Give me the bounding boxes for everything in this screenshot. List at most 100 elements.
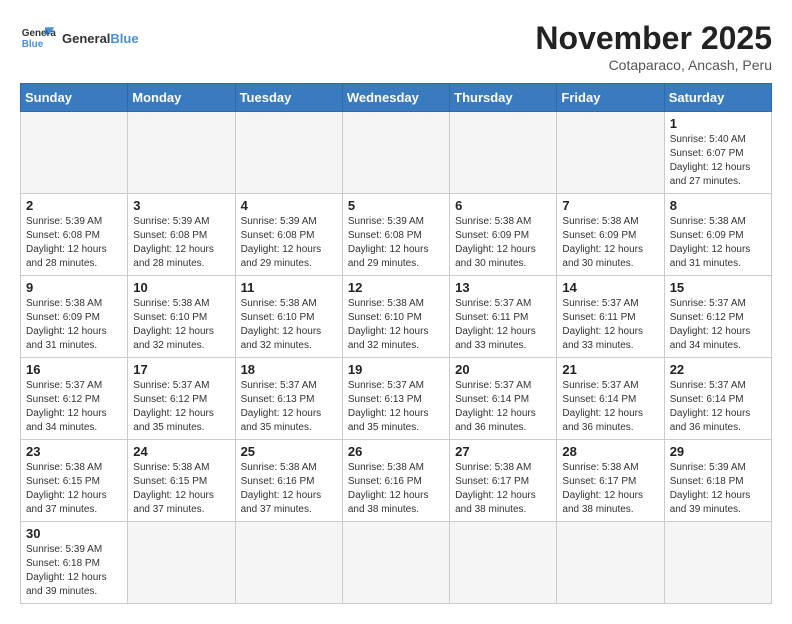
calendar-cell: 8 Sunrise: 5:38 AM Sunset: 6:09 PM Daylig… (664, 194, 771, 276)
day-number: 25 (241, 444, 337, 459)
calendar-cell: 17 Sunrise: 5:37 AM Sunset: 6:12 PM Dayli… (128, 358, 235, 440)
day-info: Sunrise: 5:38 AM Sunset: 6:10 PM Dayligh… (241, 297, 337, 353)
calendar-cell (235, 522, 342, 604)
calendar-cell: 26 Sunrise: 5:38 AM Sunset: 6:16 PM Dayli… (342, 440, 449, 522)
calendar-cell (450, 112, 557, 194)
day-number: 27 (455, 444, 551, 459)
calendar-week-row: 1 Sunrise: 5:40 AM Sunset: 6:07 PM Daylig… (21, 112, 772, 194)
day-number: 18 (241, 362, 337, 377)
day-number: 7 (562, 198, 658, 213)
calendar-table: SundayMondayTuesdayWednesdayThursdayFrid… (20, 83, 772, 604)
day-info: Sunrise: 5:39 AM Sunset: 6:08 PM Dayligh… (348, 215, 444, 271)
day-number: 24 (133, 444, 229, 459)
calendar-cell: 11Sunrise: 5:38 AM Sunset: 6:10 PM Dayli… (235, 276, 342, 358)
weekday-header-thursday: Thursday (450, 84, 557, 112)
weekday-header-saturday: Saturday (664, 84, 771, 112)
day-info: Sunrise: 5:37 AM Sunset: 6:12 PM Dayligh… (133, 379, 229, 435)
calendar-cell (128, 112, 235, 194)
calendar-cell: 16Sunrise: 5:37 AM Sunset: 6:12 PM Dayli… (21, 358, 128, 440)
calendar-cell (235, 112, 342, 194)
calendar-week-row: 2 Sunrise: 5:39 AM Sunset: 6:08 PM Daylig… (21, 194, 772, 276)
day-info: Sunrise: 5:38 AM Sunset: 6:09 PM Dayligh… (26, 297, 122, 353)
day-info: Sunrise: 5:37 AM Sunset: 6:12 PM Dayligh… (26, 379, 122, 435)
calendar-cell: 27 Sunrise: 5:38 AM Sunset: 6:17 PM Dayli… (450, 440, 557, 522)
logo-icon: General Blue (20, 20, 56, 56)
day-info: Sunrise: 5:38 AM Sunset: 6:16 PM Dayligh… (241, 461, 337, 517)
day-info: Sunrise: 5:38 AM Sunset: 6:10 PM Dayligh… (133, 297, 229, 353)
day-number: 30 (26, 526, 122, 541)
calendar-cell: 24 Sunrise: 5:38 AM Sunset: 6:15 PM Dayli… (128, 440, 235, 522)
location-subtitle: Cotaparaco, Ancash, Peru (535, 57, 772, 73)
calendar-cell: 18Sunrise: 5:37 AM Sunset: 6:13 PM Dayli… (235, 358, 342, 440)
calendar-cell: 2Sunrise: 5:39 AM Sunset: 6:08 PM Daylig… (21, 194, 128, 276)
day-number: 15 (670, 280, 766, 295)
day-number: 28 (562, 444, 658, 459)
day-info: Sunrise: 5:39 AM Sunset: 6:08 PM Dayligh… (133, 215, 229, 271)
calendar-cell: 23 Sunrise: 5:38 AM Sunset: 6:15 PM Dayli… (21, 440, 128, 522)
day-number: 10 (133, 280, 229, 295)
day-number: 6 (455, 198, 551, 213)
day-number: 3 (133, 198, 229, 213)
day-info: Sunrise: 5:38 AM Sunset: 6:15 PM Dayligh… (133, 461, 229, 517)
day-info: Sunrise: 5:37 AM Sunset: 6:13 PM Dayligh… (348, 379, 444, 435)
day-number: 26 (348, 444, 444, 459)
day-number: 8 (670, 198, 766, 213)
calendar-cell (664, 522, 771, 604)
day-number: 12 (348, 280, 444, 295)
calendar-cell: 3 Sunrise: 5:39 AM Sunset: 6:08 PM Daylig… (128, 194, 235, 276)
calendar-cell: 10 Sunrise: 5:38 AM Sunset: 6:10 PM Dayli… (128, 276, 235, 358)
weekday-header-wednesday: Wednesday (342, 84, 449, 112)
calendar-cell: 15Sunrise: 5:37 AM Sunset: 6:12 PM Dayli… (664, 276, 771, 358)
logo: General Blue GeneralBlue (20, 20, 139, 56)
calendar-cell (342, 522, 449, 604)
day-number: 14 (562, 280, 658, 295)
calendar-header-row: SundayMondayTuesdayWednesdayThursdayFrid… (21, 84, 772, 112)
day-info: Sunrise: 5:38 AM Sunset: 6:17 PM Dayligh… (455, 461, 551, 517)
day-number: 19 (348, 362, 444, 377)
day-number: 1 (670, 116, 766, 131)
calendar-cell: 21 Sunrise: 5:37 AM Sunset: 6:14 PM Dayli… (557, 358, 664, 440)
calendar-week-row: 16Sunrise: 5:37 AM Sunset: 6:12 PM Dayli… (21, 358, 772, 440)
calendar-cell: 13Sunrise: 5:37 AM Sunset: 6:11 PM Dayli… (450, 276, 557, 358)
day-number: 4 (241, 198, 337, 213)
calendar-cell: 29 Sunrise: 5:39 AM Sunset: 6:18 PM Dayli… (664, 440, 771, 522)
day-number: 29 (670, 444, 766, 459)
day-info: Sunrise: 5:38 AM Sunset: 6:09 PM Dayligh… (670, 215, 766, 271)
calendar-week-row: 9Sunrise: 5:38 AM Sunset: 6:09 PM Daylig… (21, 276, 772, 358)
calendar-cell: 20 Sunrise: 5:37 AM Sunset: 6:14 PM Dayli… (450, 358, 557, 440)
calendar-cell: 14 Sunrise: 5:37 AM Sunset: 6:11 PM Dayli… (557, 276, 664, 358)
calendar-cell: 5 Sunrise: 5:39 AM Sunset: 6:08 PM Daylig… (342, 194, 449, 276)
calendar-cell: 28 Sunrise: 5:38 AM Sunset: 6:17 PM Dayli… (557, 440, 664, 522)
title-block: November 2025 Cotaparaco, Ancash, Peru (535, 20, 772, 73)
calendar-cell: 22Sunrise: 5:37 AM Sunset: 6:14 PM Dayli… (664, 358, 771, 440)
day-info: Sunrise: 5:37 AM Sunset: 6:11 PM Dayligh… (562, 297, 658, 353)
day-info: Sunrise: 5:37 AM Sunset: 6:14 PM Dayligh… (455, 379, 551, 435)
day-number: 20 (455, 362, 551, 377)
day-info: Sunrise: 5:39 AM Sunset: 6:08 PM Dayligh… (241, 215, 337, 271)
page-header: General Blue GeneralBlue November 2025 C… (20, 20, 772, 73)
day-info: Sunrise: 5:39 AM Sunset: 6:18 PM Dayligh… (26, 543, 122, 599)
weekday-header-monday: Monday (128, 84, 235, 112)
day-number: 2 (26, 198, 122, 213)
day-info: Sunrise: 5:38 AM Sunset: 6:16 PM Dayligh… (348, 461, 444, 517)
day-info: Sunrise: 5:38 AM Sunset: 6:10 PM Dayligh… (348, 297, 444, 353)
calendar-cell: 12 Sunrise: 5:38 AM Sunset: 6:10 PM Dayli… (342, 276, 449, 358)
day-number: 17 (133, 362, 229, 377)
day-info: Sunrise: 5:38 AM Sunset: 6:15 PM Dayligh… (26, 461, 122, 517)
day-number: 23 (26, 444, 122, 459)
day-number: 5 (348, 198, 444, 213)
day-number: 21 (562, 362, 658, 377)
day-info: Sunrise: 5:38 AM Sunset: 6:17 PM Dayligh… (562, 461, 658, 517)
day-number: 22 (670, 362, 766, 377)
day-info: Sunrise: 5:38 AM Sunset: 6:09 PM Dayligh… (455, 215, 551, 271)
calendar-cell (450, 522, 557, 604)
day-info: Sunrise: 5:37 AM Sunset: 6:14 PM Dayligh… (562, 379, 658, 435)
calendar-cell: 6 Sunrise: 5:38 AM Sunset: 6:09 PM Daylig… (450, 194, 557, 276)
day-info: Sunrise: 5:40 AM Sunset: 6:07 PM Dayligh… (670, 133, 766, 189)
calendar-cell (21, 112, 128, 194)
calendar-week-row: 23 Sunrise: 5:38 AM Sunset: 6:15 PM Dayli… (21, 440, 772, 522)
svg-text:Blue: Blue (22, 39, 44, 50)
day-info: Sunrise: 5:39 AM Sunset: 6:18 PM Dayligh… (670, 461, 766, 517)
month-title: November 2025 (535, 20, 772, 57)
calendar-week-row: 30 Sunrise: 5:39 AM Sunset: 6:18 PM Dayli… (21, 522, 772, 604)
